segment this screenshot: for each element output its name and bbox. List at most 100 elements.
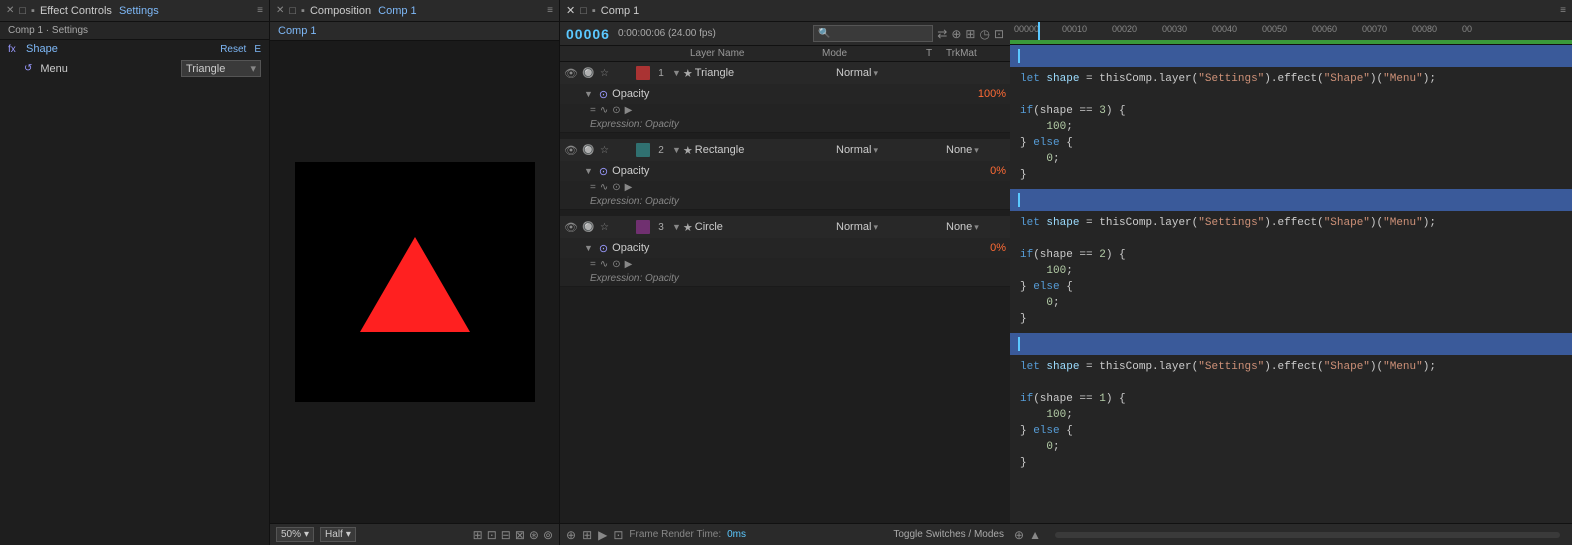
timeline-search-input[interactable] bbox=[813, 25, 933, 42]
layer2-audio-icon[interactable]: 🔘 bbox=[582, 145, 598, 156]
effect-controls-header: ✕ □ ▪ Effect Controls Settings ≡ bbox=[0, 0, 269, 22]
zoom-dropdown[interactable]: 50% ▾ bbox=[276, 527, 314, 542]
grid-icon[interactable]: ⊟ bbox=[501, 528, 511, 542]
col-name-header: Layer Name bbox=[690, 48, 818, 59]
timeline-lock-icon: □ bbox=[580, 5, 587, 17]
layer2-vis-icon[interactable]: 👁 bbox=[564, 144, 580, 157]
layer2-expr-graph-icon[interactable]: ∿ bbox=[600, 182, 608, 193]
layer2-solo-icon[interactable]: ☆ bbox=[600, 145, 616, 156]
layer2-expand-arrow[interactable]: ▼ bbox=[672, 145, 681, 155]
layer3-expr-clock-icon[interactable]: ⊙ bbox=[612, 259, 620, 270]
layer1-expr-clock-icon[interactable]: ⊙ bbox=[612, 105, 620, 116]
timeline-bottom-icon-1[interactable]: ⊕ bbox=[1014, 528, 1024, 542]
safe-zones-icon[interactable]: ⊚ bbox=[543, 528, 553, 542]
tl-icon-2[interactable]: ⊕ bbox=[951, 27, 961, 41]
layer-row-3[interactable]: 👁 🔘 ☆ 3 ▼ ★ Circle Normal ▾ None bbox=[560, 216, 1010, 238]
toggle-switches-button[interactable]: Toggle Switches / Modes bbox=[893, 529, 1004, 540]
layer3-code-section: let shape = thisComp.layer("Settings").e… bbox=[1010, 333, 1572, 477]
layer3-trkmat-dropdown[interactable]: None ▾ bbox=[946, 221, 1006, 233]
layers-icon-3[interactable]: ▶ bbox=[598, 528, 607, 542]
comp-hamburger-icon[interactable]: ≡ bbox=[547, 5, 553, 16]
layer2-expr-run-icon[interactable]: ▶ bbox=[625, 182, 633, 193]
close-icon[interactable]: ✕ bbox=[6, 5, 14, 16]
layer2-star-icon: ★ bbox=[683, 144, 693, 157]
layer3-vis-icon[interactable]: 👁 bbox=[564, 221, 580, 234]
layer3-solo-icon[interactable]: ☆ bbox=[600, 222, 616, 233]
timeline-bottom-icon-2[interactable]: ▲ bbox=[1029, 528, 1041, 542]
layer2-code-else-val: 0; bbox=[1020, 295, 1562, 311]
layer3-opacity-expand-icon[interactable]: ▼ bbox=[584, 243, 593, 253]
timeline-scrollbar[interactable] bbox=[1055, 532, 1560, 538]
fit-comp-icon[interactable]: ⊞ bbox=[473, 528, 483, 542]
menu-label: Menu bbox=[40, 63, 177, 75]
layer3-opacity-value[interactable]: 0% bbox=[990, 242, 1006, 254]
layer2-expr-clock-icon[interactable]: ⊙ bbox=[612, 182, 620, 193]
layer-row-2[interactable]: 👁 🔘 ☆ 2 ▼ ★ Rectangle Normal ▾ None bbox=[560, 139, 1010, 161]
layer-row-1[interactable]: 👁 🔘 ☆ 1 ▼ ★ Triangle Normal ▾ bbox=[560, 62, 1010, 84]
layer1-cursor bbox=[1018, 49, 1020, 63]
layers-icon-4[interactable]: ⊡ bbox=[613, 528, 623, 542]
settings-accent[interactable]: Settings bbox=[119, 5, 159, 17]
layer3-audio-icon[interactable]: 🔘 bbox=[582, 222, 598, 233]
layers-icon-1[interactable]: ⊕ bbox=[566, 528, 576, 542]
layer1-solo-icon[interactable]: ☆ bbox=[600, 68, 616, 79]
layer2-trkmat-text: None bbox=[946, 144, 972, 156]
guide-icon[interactable]: ⊠ bbox=[515, 528, 525, 542]
tl-icon-3[interactable]: ⊞ bbox=[965, 27, 975, 41]
layer3-expr-run-icon[interactable]: ▶ bbox=[625, 259, 633, 270]
layer2-expr-eq-icon[interactable]: = bbox=[590, 182, 596, 193]
layers-empty-space bbox=[560, 287, 1010, 523]
comp-lock-icon: □ bbox=[289, 5, 296, 17]
layer-group-3: 👁 🔘 ☆ 3 ▼ ★ Circle Normal ▾ None bbox=[560, 216, 1010, 287]
tl-icon-1[interactable]: ⇄ bbox=[937, 27, 947, 41]
comp-viewer bbox=[270, 41, 559, 523]
layer3-expand-arrow[interactable]: ▼ bbox=[672, 222, 681, 232]
layer1-opacity-expand-icon[interactable]: ▼ bbox=[584, 89, 593, 99]
layer3-num: 3 bbox=[652, 222, 670, 233]
layer2-code-section: let shape = thisComp.layer("Settings").e… bbox=[1010, 189, 1572, 333]
menu-dropdown[interactable]: Triangle ▾ bbox=[181, 60, 261, 77]
tl-icon-4[interactable]: ◷ bbox=[979, 27, 989, 41]
tl-icon-5[interactable]: ⊡ bbox=[994, 27, 1004, 41]
layer2-trkmat-arrow-icon: ▾ bbox=[974, 145, 979, 156]
hamburger-icon[interactable]: ≡ bbox=[257, 5, 263, 16]
layer2-opacity-value[interactable]: 0% bbox=[990, 165, 1006, 177]
ruler-numbers-row: 00000 00010 00020 00030 00040 00050 0006… bbox=[1010, 22, 1572, 40]
layer1-expression-label: Expression: Opacity bbox=[560, 117, 1010, 132]
frame-render-label: Frame Render Time: bbox=[629, 529, 721, 540]
layers-icon-2[interactable]: ⊞ bbox=[582, 528, 592, 542]
layer1-audio-icon[interactable]: 🔘 bbox=[582, 68, 598, 79]
ruler-icon[interactable]: ⊛ bbox=[529, 528, 539, 542]
layer1-label-color bbox=[636, 66, 650, 80]
timeline-close-icon[interactable]: ✕ bbox=[566, 4, 575, 17]
layer1-expr-graph-icon[interactable]: ∿ bbox=[600, 105, 608, 116]
layer2-mode-dropdown[interactable]: Normal ▾ bbox=[836, 144, 926, 156]
ruler-mark-70: 00070 bbox=[1362, 24, 1387, 34]
layers-column-header: Layer Name Mode T TrkMat bbox=[560, 46, 1010, 62]
timeline-hamburger-icon[interactable]: ≡ bbox=[1560, 5, 1566, 16]
layer2-expr-controls: = ∿ ⊙ ▶ bbox=[560, 181, 1010, 194]
layer1-expand-arrow[interactable]: ▼ bbox=[672, 68, 681, 78]
layer3-expr-eq-icon[interactable]: = bbox=[590, 259, 596, 270]
reset-view-icon[interactable]: ⊡ bbox=[487, 528, 497, 542]
layer3-mode-dropdown[interactable]: Normal ▾ bbox=[836, 221, 926, 233]
quality-dropdown[interactable]: Half ▾ bbox=[320, 527, 356, 542]
layer1-expr-run-icon[interactable]: ▶ bbox=[625, 105, 633, 116]
layer2-code-then: 100; bbox=[1020, 263, 1562, 279]
comp-close-icon[interactable]: ✕ bbox=[276, 5, 284, 16]
comp-film-icon: ▪ bbox=[301, 5, 305, 17]
layer3-star-icon: ★ bbox=[683, 221, 693, 234]
reset-button[interactable]: Reset bbox=[220, 44, 246, 55]
ruler-area: 00000 00010 00020 00030 00040 00050 0006… bbox=[1010, 22, 1572, 45]
layer2-opacity-expand-icon[interactable]: ▼ bbox=[584, 166, 593, 176]
layer3-expr-graph-icon[interactable]: ∿ bbox=[600, 259, 608, 270]
layer1-opacity-value[interactable]: 100% bbox=[978, 88, 1006, 100]
layer1-expr-eq-icon[interactable]: = bbox=[590, 105, 596, 116]
layer1-mode-dropdown[interactable]: Normal ▾ bbox=[836, 67, 926, 79]
ruler-mark-80: 00080 bbox=[1412, 24, 1437, 34]
layer1-vis-icon[interactable]: 👁 bbox=[564, 67, 580, 80]
layer1-opacity-icon: ⊙ bbox=[599, 88, 608, 101]
layer2-trkmat-dropdown[interactable]: None ▾ bbox=[946, 144, 1006, 156]
quality-value: Half bbox=[325, 529, 343, 540]
layer3-code-header bbox=[1010, 333, 1572, 355]
